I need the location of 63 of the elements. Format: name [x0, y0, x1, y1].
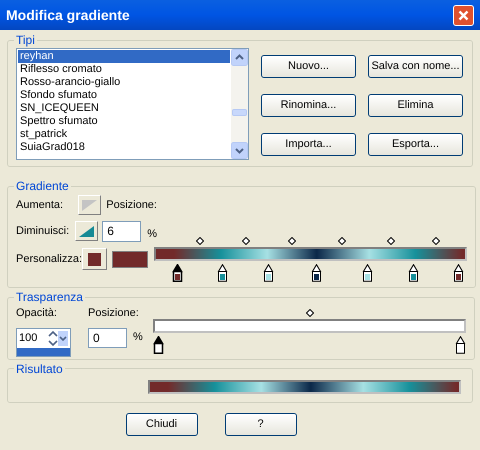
group-title: Trasparenza — [15, 290, 84, 304]
stop-marker-icon[interactable] — [262, 264, 274, 282]
stop-marker-icon[interactable] — [362, 264, 374, 282]
scroll-up-icon[interactable] — [231, 49, 248, 66]
gradient-slider[interactable] — [154, 237, 467, 283]
field-label: Opacità: — [16, 306, 58, 321]
spin-arrows-icon[interactable] — [47, 330, 69, 346]
scrollbar[interactable] — [231, 49, 248, 159]
stop-marker-icon[interactable] — [172, 264, 184, 282]
group-title: Tipi — [15, 33, 36, 47]
midpoint-icon[interactable] — [386, 237, 395, 245]
field-label: Aumenta: — [16, 198, 64, 213]
midpoint-icon[interactable] — [338, 237, 346, 245]
group-title: Risultato — [15, 362, 64, 376]
midpoint-icon[interactable] — [306, 309, 314, 317]
position-field[interactable]: 0 — [88, 328, 127, 348]
dialog-button[interactable]: Rinomina... — [261, 94, 356, 117]
list-item[interactable]: reyhan — [18, 50, 230, 63]
list-item[interactable]: SuiaGrad018 — [18, 141, 230, 154]
dialog-button[interactable]: Importa... — [261, 133, 356, 156]
list-item[interactable]: Rosso-arancio-giallo — [18, 76, 230, 89]
triangle-icon — [80, 198, 98, 212]
arrow-button[interactable] — [75, 221, 98, 241]
stop-marker-icon[interactable] — [452, 264, 464, 282]
midpoint-icon[interactable] — [432, 237, 440, 245]
scroll-thumb[interactable] — [232, 109, 247, 116]
stop-marker-icon[interactable] — [408, 264, 419, 282]
field-label: Personalizza: — [16, 252, 82, 267]
close-icon — [458, 10, 469, 20]
dialog-button[interactable]: Salva con nome... — [368, 55, 463, 78]
midpoint-icon[interactable] — [196, 237, 204, 245]
list-item[interactable]: Riflesso cromato — [18, 63, 230, 76]
dialog-button[interactable]: Esporta... — [368, 133, 463, 156]
dialog-button[interactable]: Chiudi — [126, 412, 198, 436]
field-label: Diminuisci: — [16, 224, 70, 239]
stop-marker-icon[interactable] — [153, 336, 164, 354]
midpoint-icon[interactable] — [288, 237, 296, 245]
percent-sign: % — [147, 226, 157, 242]
field-label: Posizione: — [106, 198, 157, 213]
triangle-icon — [78, 224, 96, 238]
list-item[interactable]: Sfondo sfumato — [18, 89, 230, 102]
dialog-button[interactable]: Nuovo... — [261, 55, 356, 78]
field-label: Posizione: — [88, 306, 140, 321]
list-item[interactable]: Spettro sfumato — [18, 115, 230, 128]
list-item[interactable]: SN_ICEQUEEN — [18, 102, 230, 115]
scroll-down-icon[interactable] — [231, 142, 248, 159]
dialog-button[interactable]: ? — [224, 412, 296, 436]
stop-marker-icon[interactable] — [455, 336, 466, 354]
gradient-list[interactable]: reyhan Riflesso cromato Rosso-arancio-giallo Sfondo sfumato SN_ICEQUEEN Spettro sfumato st_patrick SuiaGrad018 — [16, 48, 249, 160]
position-field[interactable]: 6 — [102, 220, 142, 242]
opacity-spinner[interactable]: 100 — [16, 328, 71, 356]
percent-sign: % — [133, 330, 143, 346]
window-title: Modifica gradiente — [6, 6, 130, 25]
stop-marker-icon[interactable] — [217, 264, 228, 282]
list-item[interactable]: st_patrick — [18, 128, 230, 141]
midpoint-icon[interactable] — [242, 237, 250, 245]
transparency-slider[interactable] — [153, 309, 466, 355]
opacity-value: 100 — [18, 330, 38, 346]
group-title: Gradiente — [15, 179, 70, 193]
close-button[interactable] — [453, 4, 474, 26]
stop-marker-icon[interactable] — [311, 264, 322, 282]
color-button[interactable] — [82, 248, 107, 270]
dialog-button[interactable]: Elimina — [368, 94, 463, 117]
